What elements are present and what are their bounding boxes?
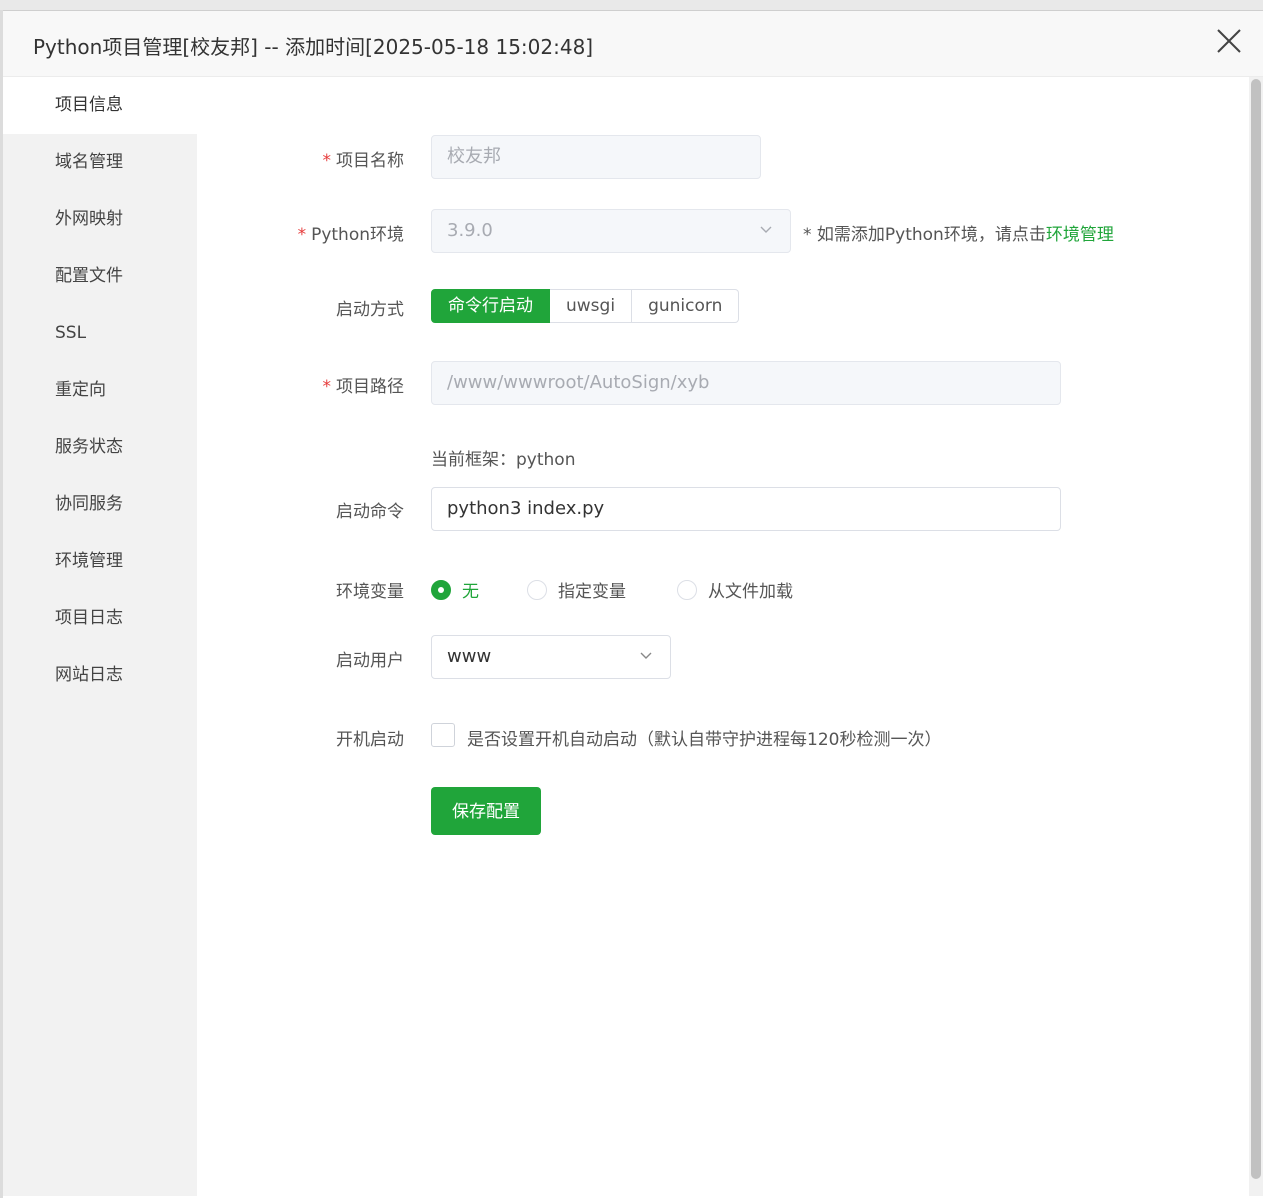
env-vars-file-label: 从文件加载 — [708, 582, 793, 602]
row-project-name: * 项目名称 校友邦 — [197, 135, 1249, 181]
python-env-select[interactable]: 3.9.0 — [431, 209, 791, 253]
sidebar-item-domain[interactable]: 域名管理 — [3, 134, 197, 191]
project-name-input[interactable]: 校友邦 — [431, 135, 761, 179]
start-command-input[interactable]: python3 index.py — [431, 487, 1061, 531]
sidebar-item-project-log[interactable]: 项目日志 — [3, 590, 197, 647]
sidebar-item-redirect[interactable]: 重定向 — [3, 362, 197, 419]
env-vars-none-radio[interactable]: 无 — [431, 577, 479, 602]
project-path-input[interactable]: /www/wwwroot/AutoSign/xyb — [431, 361, 1061, 405]
scrollbar-thumb[interactable] — [1251, 79, 1261, 1179]
sidebar-item-ssl[interactable]: SSL — [3, 305, 197, 362]
sidebar-item-service-status[interactable]: 服务状态 — [3, 419, 197, 476]
sidebar-item-collab-service[interactable]: 协同服务 — [3, 476, 197, 533]
required-mark: * — [322, 377, 332, 397]
autostart-text: 是否设置开机自动启动（默认自带守护进程每120秒检测一次） — [467, 730, 942, 750]
form-content: * 项目名称 校友邦 * Python环境 3.9.0 * 如需添加Python环境… — [197, 77, 1249, 1196]
env-vars-file-radio[interactable]: 从文件加载 — [677, 577, 793, 602]
start-user-value: www — [447, 646, 492, 667]
row-autostart: 开机启动 是否设置开机自动启动（默认自带守护进程每120秒检测一次） — [197, 719, 1249, 753]
sidebar-item-external-mapping[interactable]: 外网映射 — [3, 191, 197, 248]
env-vars-specify-radio[interactable]: 指定变量 — [527, 577, 626, 602]
required-mark: * — [297, 225, 307, 245]
close-icon[interactable] — [1215, 27, 1243, 55]
project-path-label: * 项目路径 — [323, 372, 405, 397]
dialog-header: Python项目管理[校友邦] -- 添加时间[2025-05-18 15:02… — [3, 11, 1263, 77]
chevron-down-icon — [640, 652, 652, 659]
python-env-value: 3.9.0 — [447, 220, 493, 241]
scrollbar[interactable] — [1249, 77, 1263, 1196]
row-start-command: 启动命令 python3 index.py — [197, 487, 1249, 533]
row-project-path: * 项目路径 /www/wwwroot/AutoSign/xyb — [197, 361, 1249, 407]
close-button[interactable] — [1215, 27, 1243, 55]
chevron-down-icon — [760, 226, 772, 233]
start-mode-cli-button[interactable]: 命令行启动 — [431, 289, 550, 323]
required-mark: * — [322, 151, 332, 171]
sidebar-item-project-info[interactable]: 项目信息 — [3, 77, 197, 134]
save-config-button[interactable]: 保存配置 — [431, 787, 541, 835]
env-vars-specify-label: 指定变量 — [558, 582, 626, 602]
start-mode-uwsgi-button[interactable]: uwsgi — [550, 289, 633, 323]
radio-circle — [677, 579, 697, 600]
start-user-label: 启动用户 — [336, 651, 404, 671]
project-path-label-text: 项目路径 — [336, 377, 404, 397]
radio-circle — [431, 579, 451, 600]
page: Python项目管理[校友邦] -- 添加时间[2025-05-18 15:02… — [0, 0, 1263, 1198]
env-vars-none-label: 无 — [462, 582, 479, 602]
project-name-label-text: 项目名称 — [336, 151, 404, 171]
dialog-title: Python项目管理[校友邦] -- 添加时间[2025-05-18 15:02… — [33, 35, 594, 59]
python-env-hint: * 如需添加Python环境，请点击环境管理 — [803, 220, 1114, 245]
start-mode-segmented: 命令行启动 uwsgi gunicorn — [431, 289, 740, 323]
sidebar-item-config-file[interactable]: 配置文件 — [3, 248, 197, 305]
env-manage-link[interactable]: 环境管理 — [1046, 225, 1114, 245]
sidebar: 项目信息 域名管理 外网映射 配置文件 SSL 重定向 服务状态 协同服务 环境… — [3, 77, 197, 1196]
start-command-label: 启动命令 — [336, 502, 404, 522]
row-start-mode: 启动方式 命令行启动 uwsgi gunicorn — [197, 289, 1249, 325]
backdrop — [0, 0, 1263, 10]
radio-circle — [527, 579, 547, 600]
row-start-user: 启动用户 www — [197, 635, 1249, 681]
row-env-vars: 环境变量 无 指定变量 从文件加载 — [197, 571, 1249, 605]
start-mode-gunicorn-button[interactable]: gunicorn — [632, 289, 740, 323]
start-user-select[interactable]: www — [431, 635, 671, 679]
python-env-label-text: Python环境 — [311, 225, 404, 245]
project-name-label: * 项目名称 — [323, 146, 405, 171]
start-mode-label: 启动方式 — [336, 300, 404, 320]
autostart-checkbox[interactable] — [431, 723, 455, 747]
env-vars-label: 环境变量 — [336, 582, 404, 602]
autostart-label: 开机启动 — [336, 730, 404, 750]
framework-text: 当前框架：python — [431, 450, 576, 470]
sidebar-item-site-log[interactable]: 网站日志 — [3, 647, 197, 704]
python-env-hint-text: * 如需添加Python环境，请点击 — [803, 225, 1046, 245]
row-python-env: * Python环境 3.9.0 * 如需添加Python环境，请点击环境管理 — [197, 209, 1249, 255]
sidebar-item-env-manage[interactable]: 环境管理 — [3, 533, 197, 590]
project-dialog: Python项目管理[校友邦] -- 添加时间[2025-05-18 15:02… — [3, 10, 1263, 1196]
python-env-label: * Python环境 — [298, 220, 404, 245]
